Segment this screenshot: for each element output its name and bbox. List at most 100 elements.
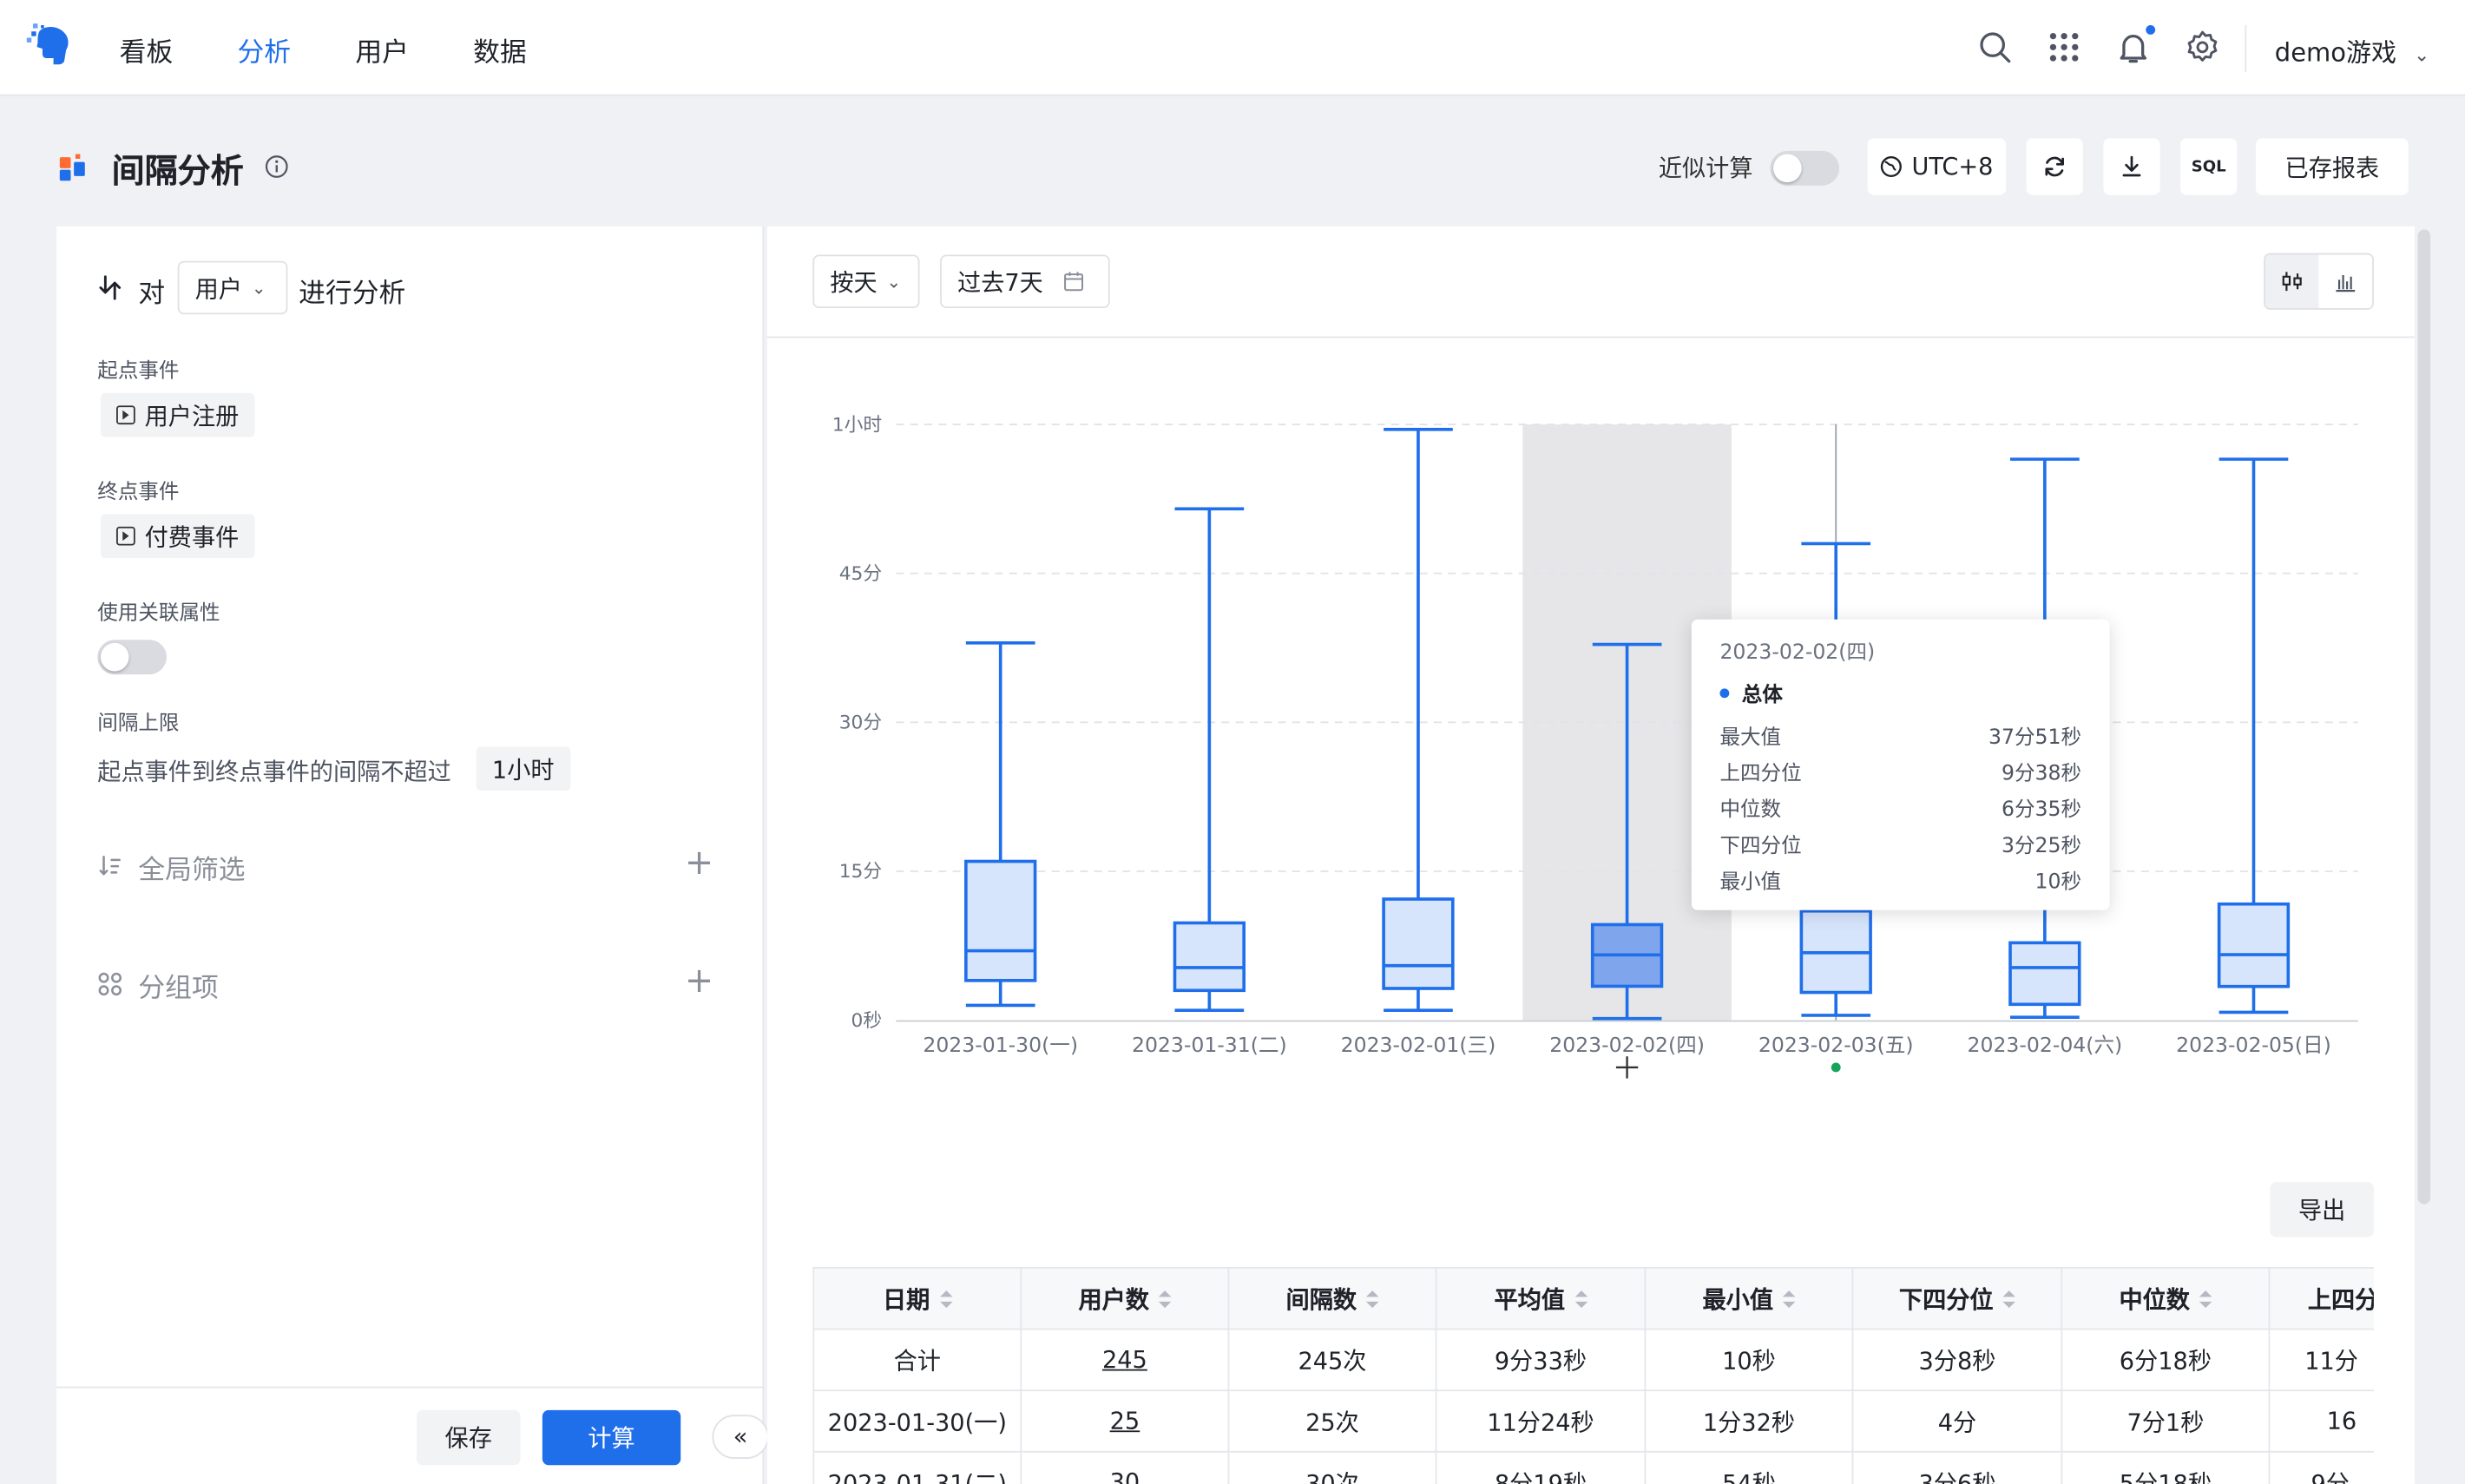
interval-limit-value: 1小时 [491, 755, 555, 784]
related-attr-toggle[interactable] [97, 640, 167, 675]
table-header-row: 日期 用户数 间隔数 平均值 最小值 下四分位 中位数 上四分位 [812, 1266, 2374, 1330]
info-icon[interactable] [264, 154, 289, 180]
y-tick-label: 30分 [839, 712, 882, 734]
end-event-chip[interactable]: 付费事件 [100, 514, 255, 559]
y-tick-label: 1小时 [832, 414, 882, 436]
tooltip-row: 最大值 37分51秒 [1719, 720, 2081, 750]
tooltip-row-value: 3分25秒 [2001, 834, 2082, 859]
notification-dot [2146, 24, 2156, 35]
cell-intervals: 245次 [1227, 1328, 1437, 1392]
bar-view-button[interactable] [2319, 254, 2373, 308]
tooltip-row-label: 中位数 [1719, 798, 1782, 823]
boxplot-view-button[interactable] [2265, 254, 2319, 309]
analyze-suffix: 进行分析 [299, 278, 406, 310]
brain-logo-icon[interactable] [25, 22, 76, 72]
vertical-scrollbar[interactable] [2417, 229, 2431, 1205]
analyze-prefix: 对 [138, 278, 166, 310]
header-label: 间隔数 [1285, 1284, 1357, 1314]
table-row: 2023-01-31(二) 30 30次 8分19秒 54秒 3分6秒 5分18… [812, 1450, 2374, 1484]
global-filter-section[interactable]: 全局筛选 + [97, 846, 713, 886]
tooltip-row-label: 下四分位 [1719, 834, 1802, 859]
column-header-users[interactable]: 用户数 [1020, 1266, 1230, 1330]
interval-config-icon [99, 275, 122, 300]
x-tick-label: 2023-02-05(日) [2176, 1033, 2331, 1057]
cell-intervals: 25次 [1227, 1389, 1437, 1453]
bell-icon[interactable] [2114, 29, 2152, 66]
table-row: 2023-01-30(一) 25 25次 11分24秒 1分32秒 4分 7分1… [812, 1389, 2374, 1453]
column-header-mean[interactable]: 平均值 [1435, 1266, 1647, 1330]
saved-reports-label: 已存报表 [2284, 153, 2380, 182]
chart-tooltip: 2023-02-02(四) 总体 最大值 37分51秒 上四分位 9分38秒 中位数… [1691, 619, 2110, 910]
sort-icon[interactable] [1365, 1290, 1379, 1310]
nav-item-users[interactable]: 用户 [355, 30, 409, 69]
group-by-label: 分组项 [138, 972, 219, 1004]
sql-button[interactable]: SQL [2180, 138, 2238, 195]
nav-item-data[interactable]: 数据 [473, 30, 527, 69]
header-label: 下四分位 [1898, 1284, 1994, 1314]
nav-item-dashboard[interactable]: 看板 [120, 30, 174, 69]
chevron-down-icon: ⌄ [251, 277, 266, 299]
timezone-label: UTC+8 [1911, 152, 1994, 181]
search-icon[interactable] [1976, 29, 2014, 66]
header-label: 平均值 [1494, 1284, 1566, 1314]
saved-reports-button[interactable]: 已存报表 [2256, 138, 2409, 195]
group-by-section[interactable]: 分组项 + [97, 964, 713, 1004]
cell-users-link[interactable]: 25 [1020, 1389, 1230, 1453]
save-button[interactable]: 保存 [416, 1409, 521, 1466]
cell-mean: 11分24秒 [1435, 1389, 1647, 1453]
tooltip-row-value: 9分38秒 [2001, 762, 2082, 786]
sort-icon[interactable] [1782, 1290, 1796, 1310]
start-event-value: 用户注册 [144, 401, 240, 430]
gear-icon[interactable] [2184, 29, 2221, 66]
box-iqr [1173, 921, 1246, 993]
sort-icon[interactable] [939, 1290, 952, 1310]
sort-icon[interactable] [1158, 1290, 1172, 1310]
refresh-icon [2045, 156, 2065, 177]
cell-median: 5分18秒 [2061, 1450, 2271, 1484]
column-header-q3[interactable]: 上四分位 [2268, 1266, 2374, 1330]
table-row: 合计 245 245次 9分33秒 10秒 3分8秒 6分18秒 11分 [812, 1328, 2374, 1392]
sort-icon[interactable] [2002, 1290, 2015, 1310]
download-button[interactable] [2103, 138, 2160, 195]
refresh-button[interactable] [2026, 138, 2083, 195]
interval-analysis-icon [59, 154, 85, 181]
x-tick-label: 2023-02-04(六) [1968, 1033, 2123, 1057]
cell-users-link[interactable]: 245 [1020, 1328, 1230, 1392]
column-header-q1[interactable]: 下四分位 [1851, 1266, 2063, 1330]
interval-limit-input[interactable]: 1小时 [476, 746, 570, 791]
nav-item-analysis[interactable]: 分析 [237, 30, 291, 69]
sort-icon[interactable] [1574, 1290, 1587, 1310]
add-global-filter-icon[interactable]: + [685, 846, 713, 882]
sort-icon[interactable] [2199, 1290, 2212, 1310]
result-table-container: 日期 用户数 间隔数 平均值 最小值 下四分位 中位数 上四分位 合计 245 … [812, 1266, 2374, 1484]
tooltip-row: 上四分位 9分38秒 [1719, 756, 2082, 786]
subject-select[interactable]: 用户 ⌄ [177, 260, 288, 315]
header-label: 日期 [882, 1284, 930, 1314]
column-header-min[interactable]: 最小值 [1644, 1266, 1854, 1330]
column-header-intervals[interactable]: 间隔数 [1227, 1266, 1437, 1330]
y-tick-label: 15分 [839, 861, 882, 883]
start-event-chip[interactable]: 用户注册 [100, 392, 255, 437]
export-button[interactable]: 导出 [2270, 1182, 2374, 1238]
cell-q1: 3分8秒 [1851, 1328, 2063, 1392]
approx-calc-toggle[interactable] [1770, 150, 1840, 186]
box-iqr [2008, 941, 2081, 1007]
user-menu[interactable]: demo游戏 ⌄ [2275, 31, 2429, 69]
crosshair-dot [1831, 1062, 1841, 1073]
event-icon [116, 405, 135, 425]
column-header-median[interactable]: 中位数 [2061, 1266, 2271, 1330]
date-range-picker[interactable]: 过去7天 [940, 254, 1110, 309]
header-label: 用户数 [1078, 1284, 1149, 1314]
group-icon [98, 972, 122, 996]
collapse-panel-button[interactable]: « [712, 1415, 769, 1459]
cell-q1: 3分6秒 [1851, 1450, 2063, 1484]
calculate-button[interactable]: 计算 [542, 1409, 681, 1466]
column-header-date[interactable]: 日期 [812, 1266, 1022, 1330]
add-group-by-icon[interactable]: + [685, 964, 713, 1000]
timezone-button[interactable]: UTC+8 [1867, 138, 2007, 195]
granularity-select[interactable]: 按天 ⌄ [812, 254, 920, 309]
related-attr-label: 使用关联属性 [97, 601, 220, 626]
tooltip-row-value: 10秒 [2034, 870, 2082, 895]
tooltip-date: 2023-02-02(四) [1719, 641, 1876, 666]
apps-grid-icon[interactable] [2045, 29, 2082, 66]
